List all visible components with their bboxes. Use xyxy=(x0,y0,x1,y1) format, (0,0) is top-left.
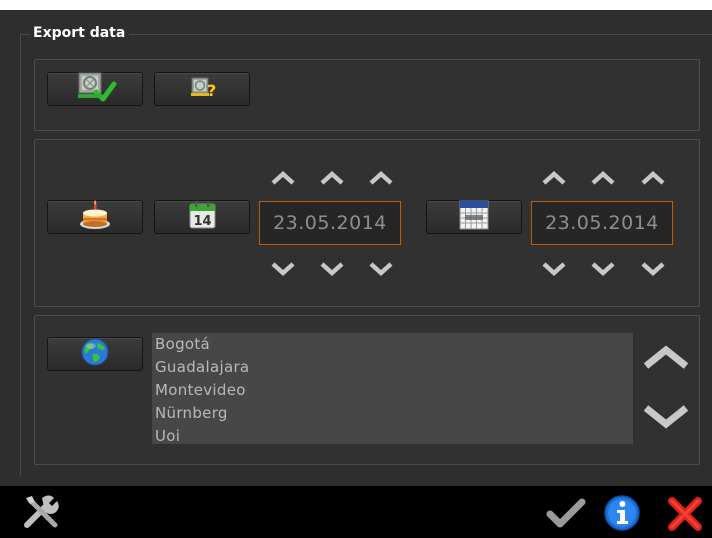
tools-icon[interactable] xyxy=(22,492,64,536)
from-day-down-arrow[interactable] xyxy=(270,261,296,277)
list-item[interactable]: Nürnberg xyxy=(152,402,633,425)
from-day-up-arrow[interactable] xyxy=(270,170,296,186)
list-item[interactable]: Guadalajara xyxy=(152,356,633,379)
export-help-icon: ? xyxy=(182,72,222,106)
group-title: Export data xyxy=(30,22,130,44)
to-month-up-arrow[interactable] xyxy=(590,170,616,186)
list-scroll-up-arrow[interactable] xyxy=(642,344,690,370)
globe-icon xyxy=(79,336,111,372)
checkmark-icon[interactable] xyxy=(546,496,586,534)
to-month-down-arrow[interactable] xyxy=(590,261,616,277)
list-item[interactable]: Montevideo xyxy=(152,379,633,402)
svg-text:?: ? xyxy=(207,81,216,100)
list-scroll-down-arrow[interactable] xyxy=(642,404,690,430)
from-date-field[interactable]: 23.05.2014 xyxy=(259,201,401,245)
to-day-up-arrow[interactable] xyxy=(541,170,567,186)
from-year-up-arrow[interactable] xyxy=(368,170,394,186)
to-year-up-arrow[interactable] xyxy=(640,170,666,186)
list-item[interactable]: Bogotá xyxy=(152,333,633,356)
from-month-down-arrow[interactable] xyxy=(319,261,345,277)
today-button[interactable]: 14 xyxy=(154,200,250,234)
export-confirm-button[interactable] xyxy=(47,72,143,106)
close-icon[interactable] xyxy=(666,496,704,536)
globe-button[interactable] xyxy=(47,337,143,371)
export-confirm-icon xyxy=(73,70,117,108)
calendar-today-icon: 14 xyxy=(185,199,219,235)
calendar-month-icon xyxy=(457,198,491,236)
city-list[interactable]: Bogotá Guadalajara Montevideo Nürnberg U… xyxy=(152,333,633,444)
to-date-field[interactable]: 23.05.2014 xyxy=(531,201,673,245)
export-help-button[interactable]: ? xyxy=(154,72,250,106)
calendar-button[interactable] xyxy=(426,200,522,234)
to-day-down-arrow[interactable] xyxy=(541,261,567,277)
from-year-down-arrow[interactable] xyxy=(368,261,394,277)
calendar-day-text: 14 xyxy=(193,214,211,229)
top-strip xyxy=(0,0,712,10)
list-item[interactable]: Uoi xyxy=(152,425,633,444)
birthday-button[interactable] xyxy=(47,200,143,234)
birthday-cake-icon xyxy=(77,199,113,235)
from-month-up-arrow[interactable] xyxy=(319,170,345,186)
info-icon[interactable] xyxy=(602,493,642,537)
to-year-down-arrow[interactable] xyxy=(640,261,666,277)
